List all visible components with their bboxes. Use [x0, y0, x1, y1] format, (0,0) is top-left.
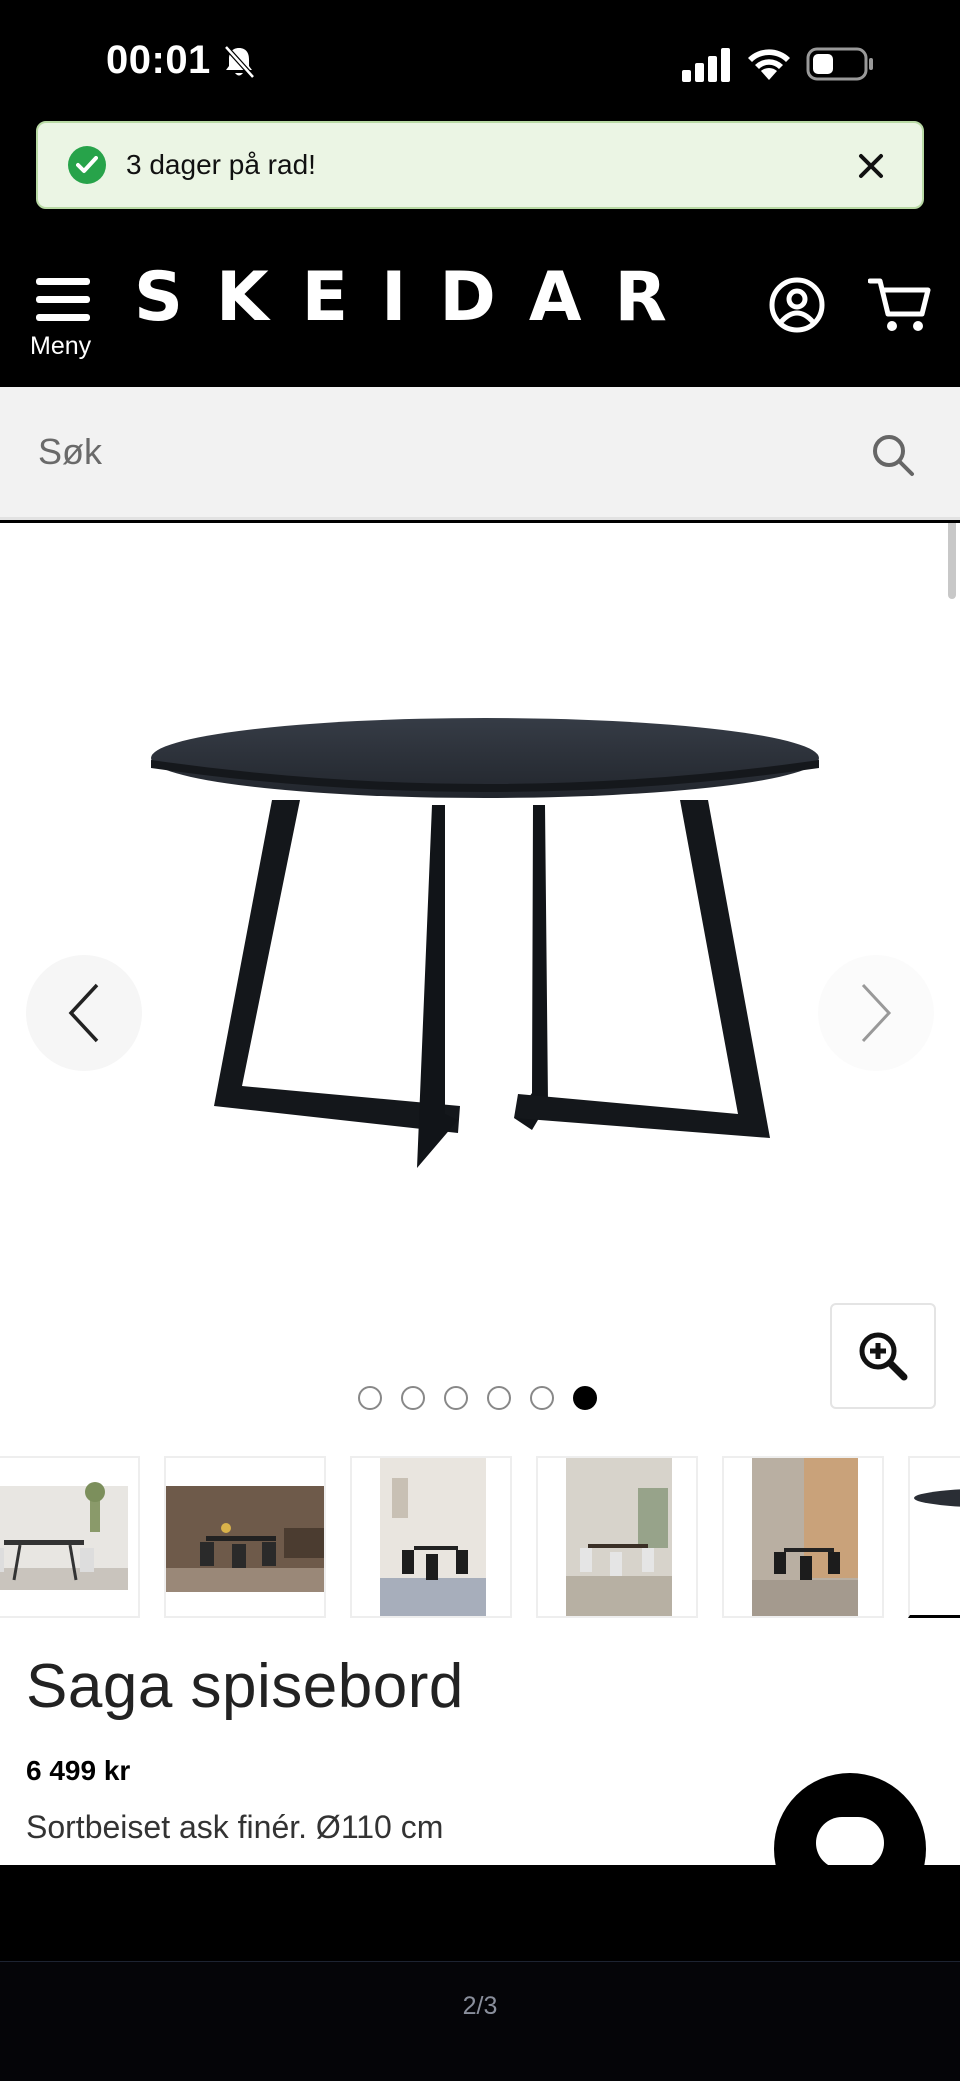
thumbnail-image — [724, 1458, 882, 1616]
bottom-area: 2/3 — [0, 1865, 960, 2081]
hamburger-icon — [36, 278, 90, 285]
product-page: Saga spisebord 6 499 kr Sortbeiset ask f… — [0, 523, 960, 1865]
thumbnail-image — [538, 1458, 696, 1616]
gallery-dot[interactable] — [530, 1386, 554, 1410]
site-header: Meny SKEIDAR — [0, 228, 960, 387]
gallery-dot[interactable] — [358, 1386, 382, 1410]
thumbnail-selected[interactable] — [908, 1456, 960, 1618]
thumbnail[interactable] — [164, 1456, 326, 1618]
thumbnail-image — [166, 1458, 324, 1616]
gallery-dot[interactable] — [444, 1386, 468, 1410]
zoom-in-icon — [859, 1332, 908, 1381]
close-icon[interactable] — [854, 149, 888, 183]
search-icon[interactable] — [870, 432, 916, 478]
cart-icon[interactable] — [868, 276, 932, 334]
product-image — [151, 718, 819, 1168]
hamburger-icon-line — [36, 296, 90, 303]
bell-muted-icon — [224, 45, 255, 79]
check-circle-icon — [68, 146, 106, 184]
status-bar: 00:01 — [0, 0, 960, 120]
bottom-bar: 2/3 — [0, 1962, 960, 2081]
skeidar-logo[interactable]: SKEIDAR — [134, 258, 700, 337]
chat-bubble-icon — [816, 1817, 884, 1865]
battery-icon — [806, 47, 873, 81]
thumbnail[interactable] — [350, 1456, 512, 1618]
gallery-dot[interactable] — [401, 1386, 425, 1410]
gallery-dot-active[interactable] — [573, 1386, 597, 1410]
thumbnail-image — [352, 1458, 510, 1616]
gallery-prev-button[interactable] — [26, 955, 142, 1071]
thumbnail[interactable] — [536, 1456, 698, 1618]
streak-toast: 3 dager på rad! — [36, 121, 924, 209]
chevron-right-icon — [861, 983, 892, 1043]
gallery-dots — [358, 1386, 616, 1410]
scrollbar[interactable] — [948, 523, 956, 599]
account-icon[interactable] — [768, 276, 826, 334]
thumbnail-image — [910, 1458, 960, 1615]
gallery-dot[interactable] — [487, 1386, 511, 1410]
product-title: Saga spisebord — [26, 1652, 464, 1721]
wifi-icon — [748, 49, 790, 80]
product-description: Sortbeiset ask finér. Ø110 cm — [26, 1809, 444, 1845]
toast-message: 3 dager på rad! — [126, 149, 316, 180]
menu-button[interactable]: Meny — [30, 278, 96, 361]
thumbnail-image — [0, 1458, 138, 1616]
product-price: 6 499 kr — [26, 1755, 131, 1786]
gallery-next-button[interactable] — [818, 955, 934, 1071]
thumbnail[interactable] — [0, 1456, 140, 1618]
chat-button[interactable] — [774, 1773, 926, 1865]
chevron-left-icon — [68, 983, 99, 1043]
signal-icon — [682, 48, 730, 82]
status-time: 00:01 — [106, 38, 211, 82]
search-input[interactable] — [38, 417, 818, 487]
thumbnail-strip — [0, 1456, 960, 1624]
hamburger-icon-line — [36, 314, 90, 321]
thumbnail[interactable] — [722, 1456, 884, 1618]
zoom-button[interactable] — [830, 1303, 936, 1409]
page: 00:01 3 dager på rad! Meny SKEIDAR Søk S… — [0, 0, 960, 2081]
menu-label: Meny — [30, 332, 92, 360]
search-bar — [0, 387, 960, 520]
page-indicator: 2/3 — [462, 1992, 498, 2020]
